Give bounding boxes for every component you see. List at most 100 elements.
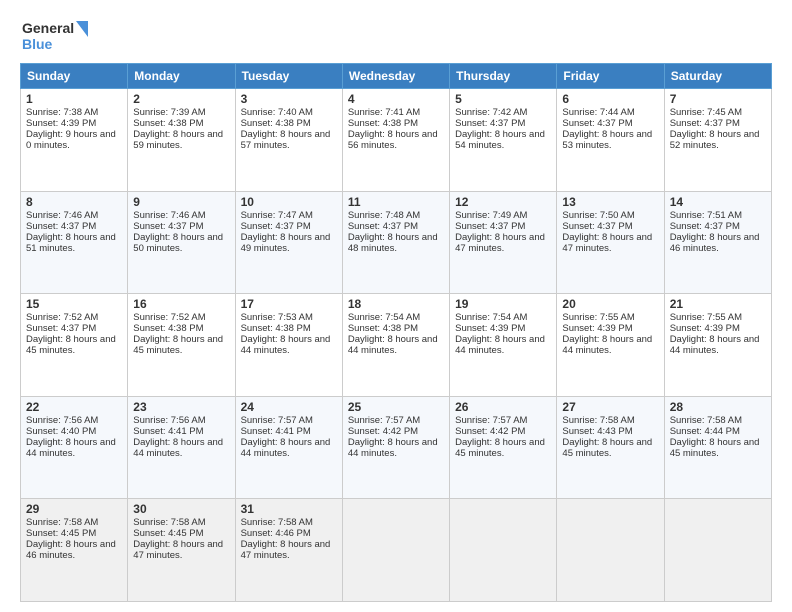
daylight-text: Daylight: 8 hours and 45 minutes. [133, 334, 229, 356]
sunrise-text: Sunrise: 7:39 AM [133, 107, 229, 118]
calendar-cell: 25Sunrise: 7:57 AMSunset: 4:42 PMDayligh… [342, 396, 449, 499]
calendar-cell: 1Sunrise: 7:38 AMSunset: 4:39 PMDaylight… [21, 89, 128, 192]
sunrise-text: Sunrise: 7:48 AM [348, 210, 444, 221]
daylight-text: Daylight: 8 hours and 47 minutes. [241, 539, 337, 561]
calendar-cell: 31Sunrise: 7:58 AMSunset: 4:46 PMDayligh… [235, 499, 342, 602]
sunset-text: Sunset: 4:39 PM [26, 118, 122, 129]
sunrise-text: Sunrise: 7:55 AM [562, 312, 658, 323]
calendar-header-sunday: Sunday [21, 64, 128, 89]
sunrise-text: Sunrise: 7:52 AM [26, 312, 122, 323]
day-number: 12 [455, 195, 551, 209]
daylight-text: Daylight: 8 hours and 44 minutes. [133, 437, 229, 459]
calendar-header-saturday: Saturday [664, 64, 771, 89]
sunset-text: Sunset: 4:38 PM [348, 118, 444, 129]
day-number: 18 [348, 297, 444, 311]
daylight-text: Daylight: 8 hours and 56 minutes. [348, 129, 444, 151]
sunset-text: Sunset: 4:45 PM [26, 528, 122, 539]
daylight-text: Daylight: 8 hours and 44 minutes. [670, 334, 766, 356]
sunset-text: Sunset: 4:39 PM [670, 323, 766, 334]
day-number: 6 [562, 92, 658, 106]
day-number: 28 [670, 400, 766, 414]
daylight-text: Daylight: 8 hours and 44 minutes. [562, 334, 658, 356]
sunrise-text: Sunrise: 7:47 AM [241, 210, 337, 221]
daylight-text: Daylight: 8 hours and 44 minutes. [348, 437, 444, 459]
sunrise-text: Sunrise: 7:42 AM [455, 107, 551, 118]
daylight-text: Daylight: 8 hours and 49 minutes. [241, 232, 337, 254]
calendar-cell [557, 499, 664, 602]
calendar-cell: 16Sunrise: 7:52 AMSunset: 4:38 PMDayligh… [128, 294, 235, 397]
day-number: 29 [26, 502, 122, 516]
sunset-text: Sunset: 4:42 PM [455, 426, 551, 437]
calendar-cell: 22Sunrise: 7:56 AMSunset: 4:40 PMDayligh… [21, 396, 128, 499]
sunset-text: Sunset: 4:41 PM [133, 426, 229, 437]
calendar-cell: 30Sunrise: 7:58 AMSunset: 4:45 PMDayligh… [128, 499, 235, 602]
calendar-cell: 24Sunrise: 7:57 AMSunset: 4:41 PMDayligh… [235, 396, 342, 499]
sunrise-text: Sunrise: 7:58 AM [241, 517, 337, 528]
sunrise-text: Sunrise: 7:58 AM [133, 517, 229, 528]
day-number: 23 [133, 400, 229, 414]
sunset-text: Sunset: 4:38 PM [241, 323, 337, 334]
sunset-text: Sunset: 4:37 PM [562, 118, 658, 129]
day-number: 26 [455, 400, 551, 414]
sunset-text: Sunset: 4:38 PM [241, 118, 337, 129]
daylight-text: Daylight: 8 hours and 44 minutes. [26, 437, 122, 459]
day-number: 8 [26, 195, 122, 209]
sunset-text: Sunset: 4:37 PM [455, 221, 551, 232]
sunrise-text: Sunrise: 7:41 AM [348, 107, 444, 118]
daylight-text: Daylight: 8 hours and 45 minutes. [26, 334, 122, 356]
sunset-text: Sunset: 4:40 PM [26, 426, 122, 437]
page-header: GeneralBlue [20, 15, 772, 55]
sunrise-text: Sunrise: 7:54 AM [455, 312, 551, 323]
day-number: 20 [562, 297, 658, 311]
daylight-text: Daylight: 8 hours and 47 minutes. [562, 232, 658, 254]
calendar-cell: 26Sunrise: 7:57 AMSunset: 4:42 PMDayligh… [450, 396, 557, 499]
sunrise-text: Sunrise: 7:50 AM [562, 210, 658, 221]
calendar-cell: 4Sunrise: 7:41 AMSunset: 4:38 PMDaylight… [342, 89, 449, 192]
calendar-cell: 6Sunrise: 7:44 AMSunset: 4:37 PMDaylight… [557, 89, 664, 192]
sunset-text: Sunset: 4:37 PM [670, 118, 766, 129]
sunset-text: Sunset: 4:37 PM [241, 221, 337, 232]
sunset-text: Sunset: 4:37 PM [670, 221, 766, 232]
sunrise-text: Sunrise: 7:46 AM [26, 210, 122, 221]
day-number: 14 [670, 195, 766, 209]
day-number: 5 [455, 92, 551, 106]
calendar-cell: 18Sunrise: 7:54 AMSunset: 4:38 PMDayligh… [342, 294, 449, 397]
sunset-text: Sunset: 4:44 PM [670, 426, 766, 437]
daylight-text: Daylight: 8 hours and 47 minutes. [133, 539, 229, 561]
sunset-text: Sunset: 4:37 PM [562, 221, 658, 232]
sunrise-text: Sunrise: 7:38 AM [26, 107, 122, 118]
daylight-text: Daylight: 8 hours and 46 minutes. [670, 232, 766, 254]
day-number: 15 [26, 297, 122, 311]
calendar-cell: 15Sunrise: 7:52 AMSunset: 4:37 PMDayligh… [21, 294, 128, 397]
sunrise-text: Sunrise: 7:44 AM [562, 107, 658, 118]
sunrise-text: Sunrise: 7:52 AM [133, 312, 229, 323]
calendar-cell: 29Sunrise: 7:58 AMSunset: 4:45 PMDayligh… [21, 499, 128, 602]
sunrise-text: Sunrise: 7:57 AM [455, 415, 551, 426]
calendar-cell: 7Sunrise: 7:45 AMSunset: 4:37 PMDaylight… [664, 89, 771, 192]
sunrise-text: Sunrise: 7:53 AM [241, 312, 337, 323]
day-number: 1 [26, 92, 122, 106]
sunset-text: Sunset: 4:45 PM [133, 528, 229, 539]
sunrise-text: Sunrise: 7:49 AM [455, 210, 551, 221]
sunrise-text: Sunrise: 7:51 AM [670, 210, 766, 221]
daylight-text: Daylight: 8 hours and 45 minutes. [670, 437, 766, 459]
calendar-cell: 28Sunrise: 7:58 AMSunset: 4:44 PMDayligh… [664, 396, 771, 499]
calendar-cell: 17Sunrise: 7:53 AMSunset: 4:38 PMDayligh… [235, 294, 342, 397]
sunrise-text: Sunrise: 7:58 AM [26, 517, 122, 528]
daylight-text: Daylight: 8 hours and 50 minutes. [133, 232, 229, 254]
svg-text:Blue: Blue [22, 36, 53, 52]
day-number: 11 [348, 195, 444, 209]
daylight-text: Daylight: 8 hours and 44 minutes. [241, 437, 337, 459]
sunrise-text: Sunrise: 7:58 AM [562, 415, 658, 426]
calendar-cell: 21Sunrise: 7:55 AMSunset: 4:39 PMDayligh… [664, 294, 771, 397]
calendar-cell [450, 499, 557, 602]
calendar-header-wednesday: Wednesday [342, 64, 449, 89]
day-number: 13 [562, 195, 658, 209]
day-number: 24 [241, 400, 337, 414]
calendar-cell: 27Sunrise: 7:58 AMSunset: 4:43 PMDayligh… [557, 396, 664, 499]
daylight-text: Daylight: 8 hours and 54 minutes. [455, 129, 551, 151]
calendar-cell: 11Sunrise: 7:48 AMSunset: 4:37 PMDayligh… [342, 191, 449, 294]
sunset-text: Sunset: 4:42 PM [348, 426, 444, 437]
day-number: 19 [455, 297, 551, 311]
daylight-text: Daylight: 8 hours and 59 minutes. [133, 129, 229, 151]
